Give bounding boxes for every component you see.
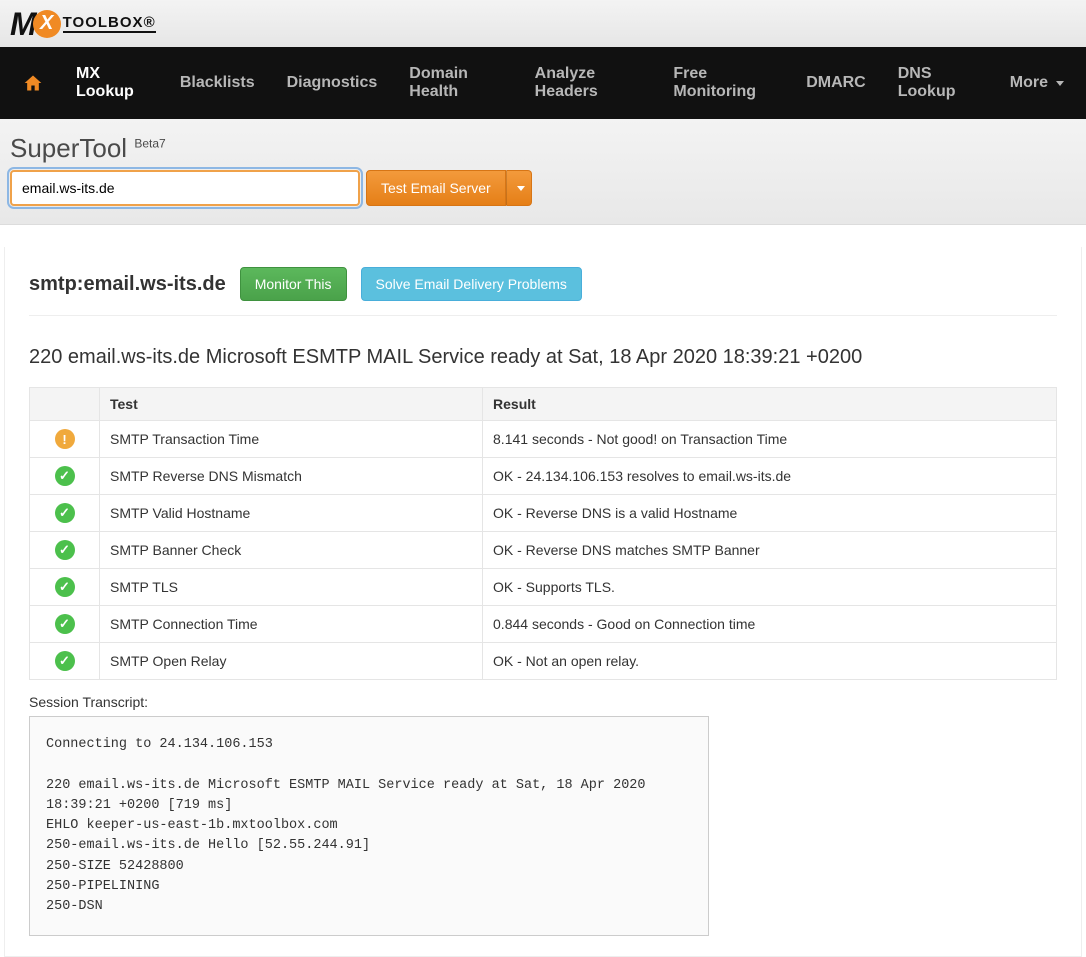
th-test: Test	[100, 388, 483, 421]
table-row: ✓ SMTP TLSOK - Supports TLS.	[30, 569, 1057, 606]
result-cell: OK - Not an open relay.	[483, 643, 1057, 680]
smtp-banner: 220 email.ws-its.de Microsoft ESMTP MAIL…	[29, 346, 1057, 369]
status-cell: ✓	[30, 606, 100, 643]
nav-free-monitoring[interactable]: Free Monitoring	[657, 47, 790, 119]
logo-x-icon: X	[33, 10, 61, 38]
result-cell: OK - 24.134.106.153 resolves to email.ws…	[483, 458, 1057, 495]
check-icon: ✓	[55, 540, 75, 560]
check-icon: ✓	[55, 614, 75, 634]
nav-mx-lookup[interactable]: MX Lookup	[60, 47, 164, 119]
table-row: ✓ SMTP Open RelayOK - Not an open relay.	[30, 643, 1057, 680]
supertool-panel: SuperTool Beta7 Test Email Server	[0, 119, 1086, 225]
test-email-server-group: Test Email Server	[366, 170, 532, 206]
table-row: ✓ SMTP Valid HostnameOK - Reverse DNS is …	[30, 495, 1057, 532]
test-cell: SMTP Valid Hostname	[100, 495, 483, 532]
logo-m-icon: M	[10, 8, 35, 40]
solve-problems-button[interactable]: Solve Email Delivery Problems	[361, 267, 582, 301]
nav-home[interactable]	[6, 55, 60, 111]
test-cell: SMTP Reverse DNS Mismatch	[100, 458, 483, 495]
nav-analyze-headers[interactable]: Analyze Headers	[519, 47, 658, 119]
supertool-title: SuperTool Beta7	[10, 129, 1076, 170]
table-row: ! SMTP Transaction Time8.141 seconds - No…	[30, 421, 1057, 458]
logo-toolbox-text: TOOLBOX®	[63, 14, 156, 33]
result-cell: 0.844 seconds - Good on Connection time	[483, 606, 1057, 643]
result-cell: 8.141 seconds - Not good! on Transaction…	[483, 421, 1057, 458]
status-cell: ✓	[30, 495, 100, 532]
monitor-this-button[interactable]: Monitor This	[240, 267, 347, 301]
status-cell: ✓	[30, 569, 100, 606]
home-icon	[22, 73, 44, 93]
main-nav: MX Lookup Blacklists Diagnostics Domain …	[0, 47, 1086, 119]
nav-diagnostics[interactable]: Diagnostics	[271, 56, 394, 110]
result-cell: OK - Supports TLS.	[483, 569, 1057, 606]
check-icon: ✓	[55, 466, 75, 486]
th-result: Result	[483, 388, 1057, 421]
warning-icon: !	[55, 429, 75, 449]
status-cell: ✓	[30, 458, 100, 495]
test-cell: SMTP Transaction Time	[100, 421, 483, 458]
nav-blacklists[interactable]: Blacklists	[164, 56, 271, 110]
test-cell: SMTP Connection Time	[100, 606, 483, 643]
result-heading: smtp:email.ws-its.de	[29, 273, 226, 296]
th-status	[30, 388, 100, 421]
results-panel: smtp:email.ws-its.de Monitor This Solve …	[4, 247, 1082, 957]
session-transcript: Connecting to 24.134.106.153 220 email.w…	[29, 716, 709, 936]
check-icon: ✓	[55, 651, 75, 671]
nav-dmarc[interactable]: DMARC	[790, 56, 882, 110]
test-email-server-dropdown[interactable]	[506, 170, 532, 206]
domain-input[interactable]	[10, 170, 360, 206]
test-cell: SMTP TLS	[100, 569, 483, 606]
status-cell: ✓	[30, 643, 100, 680]
check-icon: ✓	[55, 577, 75, 597]
chevron-down-icon	[517, 186, 525, 191]
table-row: ✓ SMTP Banner CheckOK - Reverse DNS match…	[30, 532, 1057, 569]
chevron-down-icon	[1056, 81, 1064, 86]
test-cell: SMTP Banner Check	[100, 532, 483, 569]
table-row: ✓ SMTP Connection Time0.844 seconds - Goo…	[30, 606, 1057, 643]
result-cell: OK - Reverse DNS matches SMTP Banner	[483, 532, 1057, 569]
nav-dns-lookup[interactable]: DNS Lookup	[882, 47, 994, 119]
check-icon: ✓	[55, 503, 75, 523]
test-email-server-button[interactable]: Test Email Server	[366, 170, 506, 206]
results-table: Test Result ! SMTP Transaction Time8.141 …	[29, 387, 1057, 680]
nav-domain-health[interactable]: Domain Health	[393, 47, 518, 119]
status-cell: ✓	[30, 532, 100, 569]
table-row: ✓ SMTP Reverse DNS MismatchOK - 24.134.10…	[30, 458, 1057, 495]
test-cell: SMTP Open Relay	[100, 643, 483, 680]
status-cell: !	[30, 421, 100, 458]
logo[interactable]: M X TOOLBOX®	[10, 8, 156, 40]
session-transcript-label: Session Transcript:	[29, 694, 1057, 710]
beta-badge: Beta7	[134, 136, 165, 150]
nav-more[interactable]: More	[994, 56, 1080, 110]
result-cell: OK - Reverse DNS is a valid Hostname	[483, 495, 1057, 532]
brand-bar: M X TOOLBOX®	[0, 0, 1086, 47]
